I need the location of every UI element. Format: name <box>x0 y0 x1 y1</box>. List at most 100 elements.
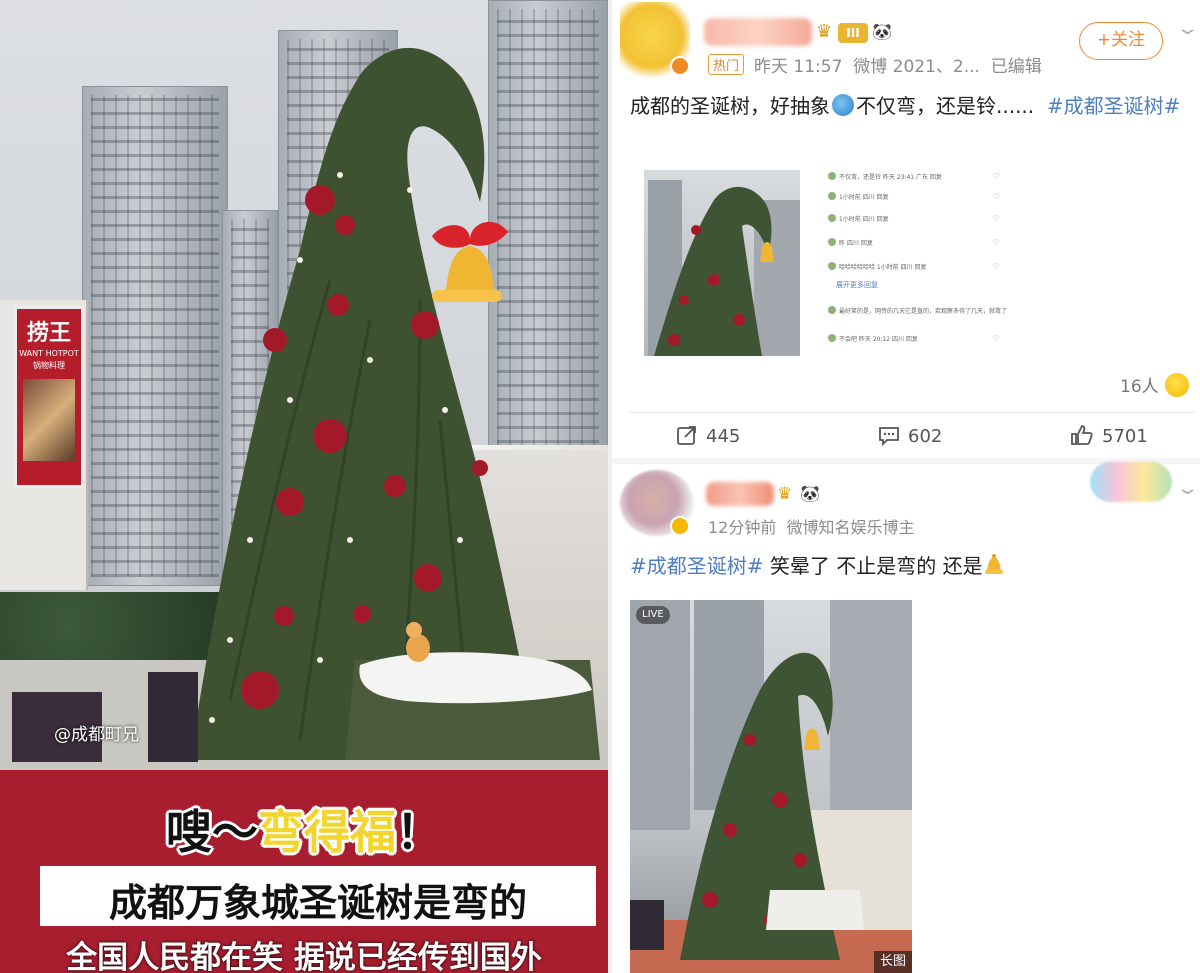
post-source: 微博 2021、2... <box>853 57 980 77</box>
comment-button[interactable]: 602 <box>878 424 942 447</box>
heart-icon: ♡ <box>992 192 1000 201</box>
hot-tag: 热门 <box>708 54 745 75</box>
follow-button[interactable]: +关注 <box>1079 22 1163 60</box>
comment-text: 1小时前 四川 回复 <box>839 194 889 201</box>
comment-text: 不仅弯，还是铃 昨天 23:41 广东 回复 <box>839 174 942 181</box>
repost-icon <box>677 426 696 445</box>
pearl <box>227 637 233 643</box>
like-button[interactable]: 5701 <box>1070 424 1148 447</box>
comment-screenshot[interactable]: 不仅弯，还是铃 昨天 23:41 广东 回复 ♡ 1小时前 四川 回复 ♡ 1小时前… <box>828 170 1007 356</box>
post-2-text-body: 笑晕了 不止是弯的 还是 <box>769 554 983 578</box>
post-1-actions: 445 602 5701 <box>612 424 1200 454</box>
ornament <box>691 225 701 235</box>
post-1-text-before: 成都的圣诞树，好抽象 <box>630 94 830 118</box>
comment-row: 最好笑的是，网传的几天它是直的，若观察多待了几天，就弯了 ♡ <box>828 306 1007 318</box>
chevron-down-icon[interactable]: ⌄ <box>1175 478 1199 499</box>
comment-row: 不会吧 昨天 20:12 四川 回复 ♡ <box>828 334 1004 346</box>
repost-button[interactable]: 445 <box>676 424 740 447</box>
ornament <box>708 274 720 286</box>
avatar <box>828 214 836 222</box>
skyscraper <box>830 600 912 830</box>
ornament <box>723 823 737 837</box>
level-badge: III <box>838 23 868 43</box>
reaction-count: 16人 <box>1120 377 1159 397</box>
avatar <box>828 238 836 246</box>
avatar <box>828 262 836 270</box>
pearl <box>347 537 353 543</box>
ornament <box>263 328 287 352</box>
pearl <box>317 657 323 663</box>
ornament <box>327 294 349 316</box>
ornament <box>414 564 442 592</box>
doge-emoji-icon <box>832 94 854 116</box>
username-blurred[interactable] <box>704 18 812 46</box>
post-2-photo[interactable]: LIVE 长图 <box>630 600 912 973</box>
ornament <box>668 334 680 346</box>
reaction-summary[interactable]: 16人 <box>1120 372 1189 397</box>
ornament <box>472 460 488 476</box>
avatar <box>828 306 836 314</box>
crown-icon: ♛ <box>777 484 793 504</box>
comment-text: 1小时前 四川 回复 <box>839 216 889 223</box>
heart-icon: ♡ <box>992 334 1000 343</box>
cat-head <box>406 622 422 638</box>
bell-emoji-icon <box>984 554 1003 574</box>
repost-count: 445 <box>706 426 741 447</box>
chevron-down-icon[interactable]: ⌄ <box>1175 18 1199 39</box>
heart-icon: ♡ <box>992 306 1000 315</box>
comment-icon <box>879 427 899 447</box>
post-1-text-after: 不仅弯，还是铃...... <box>856 94 1035 118</box>
avatar <box>828 334 836 342</box>
comment-row: 1小时前 四川 回复 ♡ <box>828 214 1004 226</box>
comment-text: 哈哈哈哈哈哈 1小时前 四川 回复 <box>839 264 927 271</box>
caption-line-1-part-1: 嗖～ <box>166 805 258 859</box>
weibo-feed: ♛ III 🐼 热门 昨天 11:57 微博 2021、2... 已编辑 +关注 … <box>612 0 1200 973</box>
comment-row: 昨 四川 回复 ♡ <box>828 238 1004 250</box>
comment-row: 哈哈哈哈哈哈 1小时前 四川 回复 ♡ <box>828 262 1004 274</box>
pearl <box>209 717 215 723</box>
watermark: @成都町兄 <box>54 725 139 745</box>
heart-icon: ♡ <box>992 238 1000 247</box>
pearl <box>297 257 303 263</box>
grin-emoji-icon <box>1164 373 1189 397</box>
hashtag-link[interactable]: #成都圣诞树# <box>630 554 764 578</box>
pearl <box>407 187 413 193</box>
verified-badge-icon <box>670 56 690 76</box>
post-1-text: 成都的圣诞树，好抽象 不仅弯，还是铃...... #成都圣诞树# <box>630 90 1198 122</box>
like-count: 5701 <box>1102 426 1148 447</box>
ornament <box>274 606 294 626</box>
edited-label: 已编辑 <box>990 57 1042 77</box>
ornament <box>702 892 718 908</box>
post-source: 微博知名娱乐博主 <box>786 518 915 537</box>
fur-cover <box>766 890 864 930</box>
ornament <box>772 792 788 808</box>
post-time: 12分钟前 <box>708 518 777 537</box>
bell-sticker <box>432 221 508 302</box>
bell-icon <box>804 728 820 750</box>
verified-badge-icon <box>670 516 690 536</box>
pearl <box>337 172 343 178</box>
ornament <box>744 734 756 746</box>
caption-line-1-part-3: ！ <box>396 805 442 859</box>
tree-news-photo: 捞王 WANT HOTPOT 锅物料理 @成都町兄 嗖～弯得福！ 成都万象城圣诞… <box>0 0 608 973</box>
hashtag-link[interactable]: #成都圣诞树# <box>1047 94 1181 118</box>
thumbs-up-icon <box>1071 425 1093 445</box>
crown-icon: ♛ <box>816 21 833 42</box>
avatar <box>828 192 836 200</box>
ornament <box>276 488 304 516</box>
username-blurred[interactable] <box>706 482 774 506</box>
comment-text: 不会吧 昨天 20:12 四川 回复 <box>839 336 918 343</box>
bell-rim <box>432 290 502 302</box>
post-1-photo[interactable] <box>644 170 800 356</box>
ornament <box>335 215 355 235</box>
caption-line-3: 全国人民都在笑 据说已经传到国外 <box>66 940 542 973</box>
panda-icon: 🐼 <box>872 22 892 41</box>
sign-board <box>148 672 198 762</box>
ornament <box>733 314 745 326</box>
bell-body <box>446 246 494 292</box>
pearl <box>457 537 463 543</box>
comment-row: 不仅弯，还是铃 昨天 23:41 广东 回复 ♡ <box>828 172 1004 184</box>
pearl <box>247 537 253 543</box>
post-2-text: #成都圣诞树# 笑晕了 不止是弯的 还是 <box>630 550 1198 582</box>
caption-line-1: 嗖～弯得福！ <box>0 796 608 862</box>
